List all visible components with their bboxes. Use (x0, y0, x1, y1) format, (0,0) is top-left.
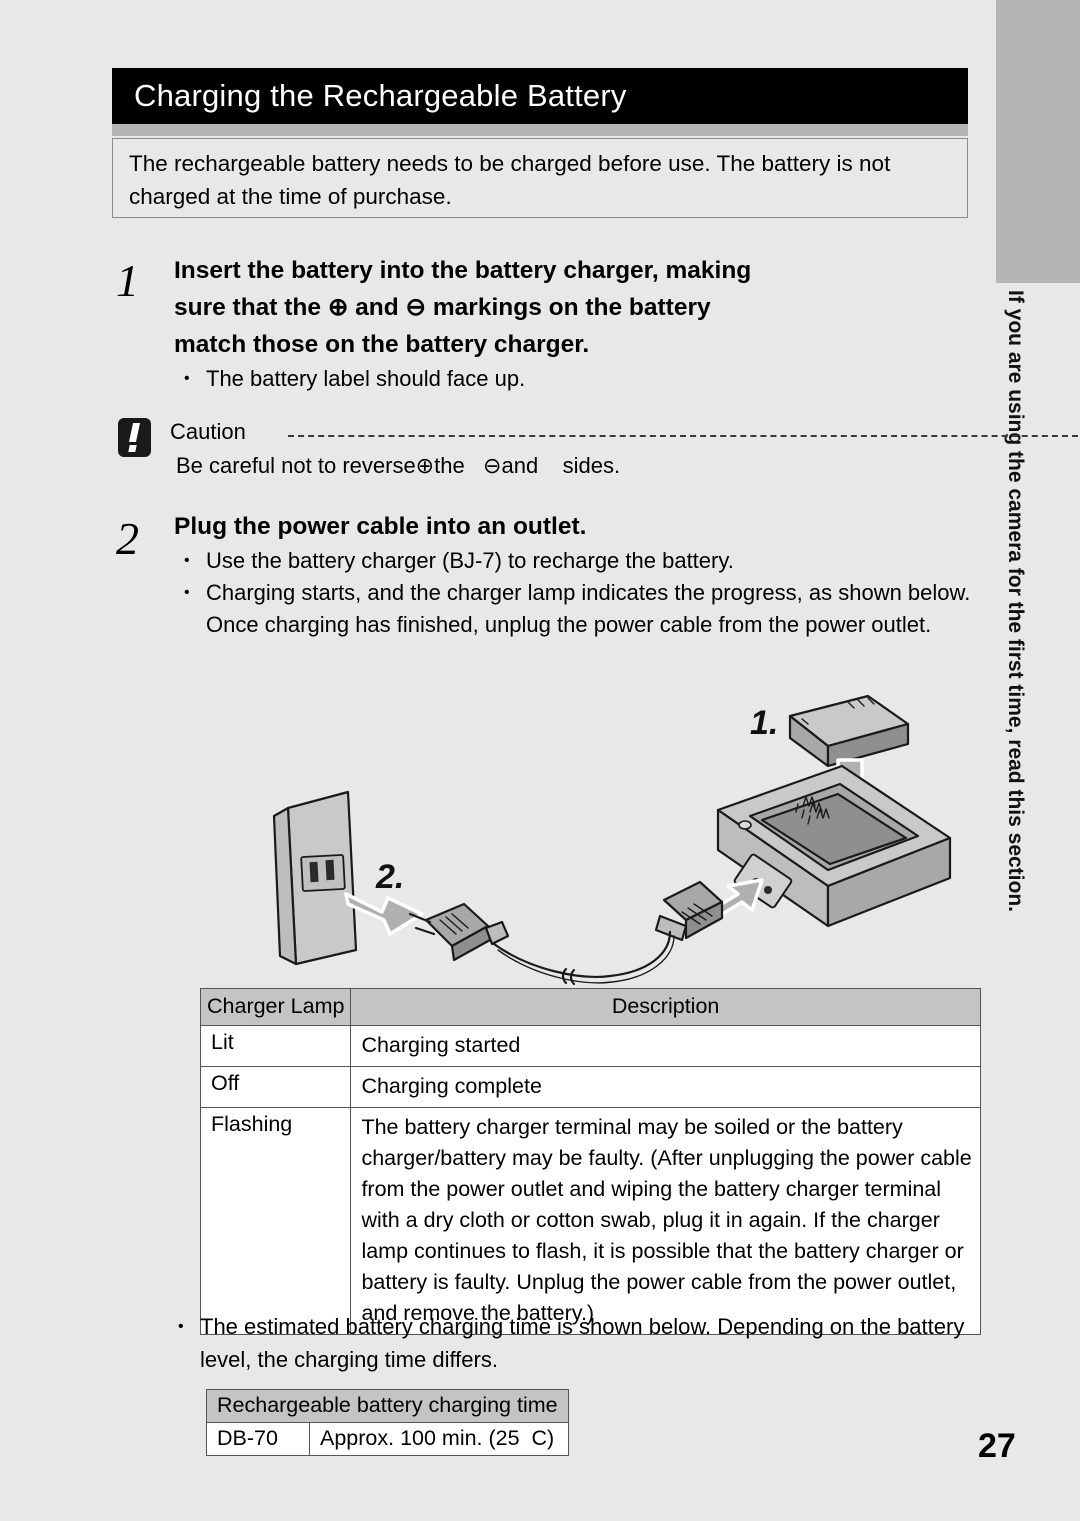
cell-description: The battery charger terminal may be soil… (350, 1107, 981, 1335)
caution-icon-bar (128, 423, 141, 442)
page-title: Charging the Rechargeable Battery (134, 78, 627, 113)
cell-lamp-state: Flashing (199, 1107, 352, 1335)
cell-battery-model: DB-70 (206, 1422, 310, 1456)
step-2-number: 2 (116, 513, 139, 564)
title-underbar (112, 124, 968, 136)
cell-description: Charging complete (350, 1066, 981, 1108)
side-tab-marker (996, 0, 1080, 283)
step-1-body: Insert the battery into the battery char… (174, 252, 982, 395)
description-line: battery is faulty. Unplug the power cabl… (361, 1270, 957, 1294)
table-header-row: Rechargeable battery charging time (206, 1389, 569, 1423)
step-2-body: Plug the power cable into an outlet. Use… (174, 508, 982, 641)
caution-exclamation-icon (118, 418, 151, 457)
table-row: Flashing The battery charger terminal ma… (199, 1107, 981, 1335)
caution-icon-dot (128, 445, 137, 452)
step-1-title-line-2a: sure that the (174, 294, 328, 321)
caution-text: Be careful not to reverse⊕the ⊖and sides… (176, 453, 621, 478)
charging-time-note-text: The estimated battery charging time is s… (168, 1310, 988, 1376)
table-row: Lit Charging started (199, 1025, 981, 1067)
wall-outlet (272, 790, 358, 966)
step-1: 1 Insert the battery into the battery ch… (112, 252, 982, 395)
page-number: 27 (978, 1427, 1016, 1465)
description-line: from the power outlet and wiping the bat… (361, 1177, 942, 1201)
column-header-charger-lamp: Charger Lamp (199, 988, 352, 1026)
step-1-title-line-3: match those on the battery charger. (174, 331, 590, 358)
cell-charging-time: Approx. 100 min. (25 C) (309, 1422, 569, 1456)
charger-lamp-table: Charger Lamp Description Lit Charging st… (199, 988, 981, 1335)
charging-time-table: Rechargeable battery charging time DB-70… (206, 1389, 569, 1456)
description-line: with a dry cloth or cotton swab, plug it… (361, 1208, 940, 1232)
cell-lamp-state: Off (199, 1066, 352, 1108)
charging-time-note: The estimated battery charging time is s… (168, 1310, 988, 1376)
description-line: Charging complete (361, 1074, 542, 1098)
figure-callout-1: 1. (750, 704, 778, 742)
power-plug-wall-end (408, 902, 510, 962)
table-row: Off Charging complete (199, 1066, 981, 1108)
step-2-bullet-1: Use the battery charger (BJ-7) to rechar… (174, 545, 982, 577)
step-1-title-line-2b: and (348, 294, 406, 321)
step-2-bullets: Use the battery charger (BJ-7) to rechar… (174, 545, 982, 641)
power-plug-charger-end (654, 880, 724, 942)
table-header-row: Charger Lamp Description (199, 988, 981, 1026)
step-2-title: Plug the power cable into an outlet. (174, 513, 587, 540)
cell-description: Charging started (350, 1025, 981, 1067)
step-1-bullet-1: The battery label should face up. (174, 363, 982, 395)
caution-label: Caution (170, 419, 246, 444)
caution-dashed-rule (288, 435, 1078, 437)
step-1-title-line-2c: markings on the battery (426, 294, 711, 321)
figure-callout-2: 2. (375, 858, 404, 896)
description-line: charger/battery may be faulty. (After un… (361, 1146, 972, 1170)
step-1-title-line-1: Insert the battery into the battery char… (174, 257, 752, 284)
charging-illustration: .ln { fill:none; stroke:#1a1a1a; stroke-… (250, 688, 985, 988)
caution-block: Caution Be careful not to reverse⊕the ⊖a… (118, 418, 1078, 488)
battery-pack (788, 694, 910, 768)
step-2: 2 Plug the power cable into an outlet. U… (112, 508, 982, 641)
column-header-charging-time: Rechargeable battery charging time (206, 1389, 569, 1423)
table-row: DB-70 Approx. 100 min. (25 C) (206, 1422, 569, 1456)
step-1-number: 1 (116, 255, 139, 306)
intro-text: The rechargeable battery needs to be cha… (129, 151, 891, 209)
cell-lamp-state: Lit (199, 1025, 352, 1067)
page-title-banner: Charging the Rechargeable Battery (112, 68, 968, 124)
step-1-title: Insert the battery into the battery char… (174, 252, 982, 363)
step-1-bullets: The battery label should face up. (174, 363, 982, 395)
plus-symbol-icon: ⊕ (327, 294, 349, 321)
column-header-description: Description (350, 988, 981, 1026)
description-line: lamp continues to flash, it is possible … (361, 1239, 964, 1263)
description-line: The battery charger terminal may be soil… (361, 1115, 903, 1139)
minus-symbol-icon: ⊖ (405, 294, 427, 321)
step-2-bullet-2: Charging starts, and the charger lamp in… (174, 577, 982, 641)
power-cable (492, 930, 675, 986)
intro-box: The rechargeable battery needs to be cha… (112, 138, 968, 218)
description-line: Charging started (361, 1033, 521, 1057)
